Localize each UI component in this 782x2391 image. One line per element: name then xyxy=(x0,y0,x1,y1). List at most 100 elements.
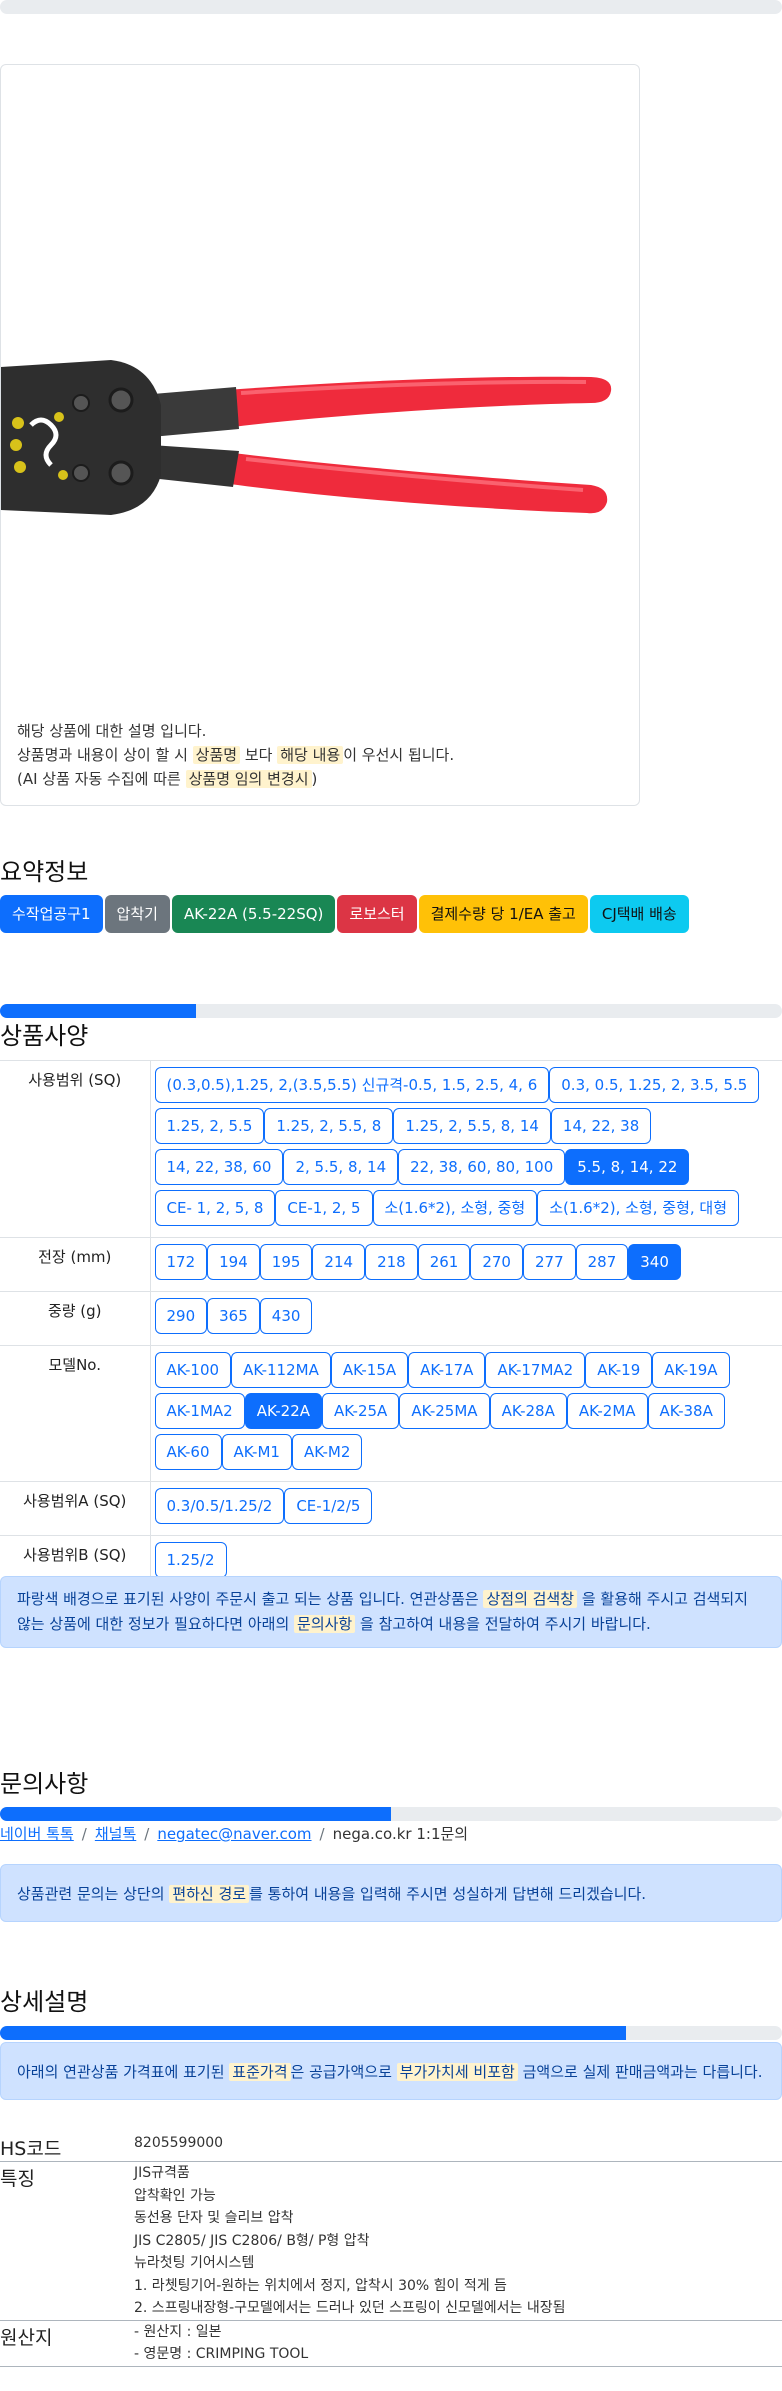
spec-option-button[interactable]: 5.5, 8, 14, 22 xyxy=(565,1149,690,1185)
detail-line: 압착확인 가능 xyxy=(134,2187,216,2204)
spec-option-button[interactable]: 214 xyxy=(312,1244,366,1280)
spec-option-button[interactable]: 1.25, 2, 5.5, 8, 14 xyxy=(393,1108,551,1144)
detail-notice: 아래의 연관상품 가격표에 표기된 표준가격 은 공급가액으로 부가가치세 비포함… xyxy=(0,2042,782,2100)
detail-row: 특징 JIS규격품압착확인 가능동선용 단자 및 슬리브 압착 JIS C2805/… xyxy=(0,2162,782,2321)
spec-option-button[interactable]: AK-19A xyxy=(652,1352,730,1388)
spec-option-button[interactable]: AK-25A xyxy=(322,1393,400,1429)
product-image-card: 해당 상품에 대한 설명 입니다. 상품명과 내용이 상이 할 시 상품명 보다… xyxy=(0,64,640,806)
detail-line: - 영문명 : CRIMPING TOOL xyxy=(134,2346,309,2362)
spec-option-button[interactable]: 14, 22, 38, 60 xyxy=(154,1149,284,1185)
detail-value: - 원산지 : 일본 - 영문명 : CRIMPING TOOL xyxy=(134,2320,782,2366)
summary-badge: 결제수량 당 1/EA 출고 xyxy=(418,895,588,933)
spec-label: 사용범위A (SQ) xyxy=(0,1481,151,1536)
summary-badge: 수작업공구1 xyxy=(0,895,103,933)
spec-option-button[interactable]: 270 xyxy=(470,1244,523,1280)
crimping-tool-image xyxy=(1,360,612,515)
spec-option-button[interactable]: AK-28A xyxy=(489,1393,567,1429)
spec-option-button[interactable]: CE- 1, 2, 5, 8 xyxy=(154,1190,276,1226)
summary-badge: 압착기 xyxy=(104,895,170,933)
spec-row: 전장 (mm) 172 194 195 214 218 261 270 277 287 340 xyxy=(0,1237,782,1292)
detail-key: HS코드 xyxy=(0,2138,62,2160)
spec-option-button[interactable]: 소(1.6*2), 소형, 중형, 대형 xyxy=(537,1190,739,1226)
spec-table: 사용범위 (SQ) (0.3,0.5),1.25, 2,(3.5,5.5) 신규격… xyxy=(0,1060,782,1590)
spec-option-button[interactable]: 277 xyxy=(522,1244,576,1280)
spec-option-button[interactable]: CE-1, 2, 5 xyxy=(275,1190,373,1226)
spec-option-button[interactable]: 0.3/0.5/1.25/2 xyxy=(154,1488,285,1524)
detail-line: 동선용 단자 및 슬리브 압착 xyxy=(134,2210,294,2226)
inquiry-links: 네이버 톡톡 / 채널톡 / negatec@naver.com / nega.co.kr … xyxy=(0,1825,469,1843)
spec-option-button[interactable]: AK-60 xyxy=(154,1434,222,1470)
spec-options: 0.3/0.5/1.25/2 CE-1/2/5 xyxy=(150,1481,782,1536)
spec-option-button[interactable]: 1.25/2 xyxy=(154,1542,227,1578)
site-inquiry-text: nega.co.kr 1:1문의 xyxy=(332,1825,469,1843)
spec-option-button[interactable]: 1.25, 2, 5.5 xyxy=(154,1108,265,1144)
spec-option-button[interactable]: 218 xyxy=(365,1244,418,1280)
specs-notice: 파랑색 배경으로 표기된 사양이 주문시 출고 되는 상품 입니다. 연관상품은… xyxy=(0,1576,782,1648)
spec-option-button[interactable]: 261 xyxy=(417,1244,471,1280)
detail-line: JIS C2805/ JIS C2806/ B형/ P형 압착 xyxy=(134,2232,370,2249)
spec-option-button[interactable]: 430 xyxy=(259,1298,313,1334)
spec-option-button[interactable]: 172 xyxy=(154,1244,208,1280)
spec-label: 전장 (mm) xyxy=(0,1237,151,1292)
detail-key: 원산지 xyxy=(0,2326,53,2349)
spec-options: 172 194 195 214 218 261 270 277 287 340 xyxy=(150,1237,782,1292)
inquiry-progress xyxy=(0,1807,782,1821)
spec-row: 중량 (g) 290 365 430 xyxy=(0,1291,782,1346)
detail-table: HS코드 8205599000 특징 JIS규격품압착확인 가능동선용 단자 및 슬리… xyxy=(0,2132,782,2367)
spec-label: 모델No. xyxy=(0,1345,151,1482)
spec-option-button[interactable]: 소(1.6*2), 소형, 중형 xyxy=(372,1190,538,1226)
product-description: 해당 상품에 대한 설명 입니다. 상품명과 내용이 상이 할 시 상품명 보다… xyxy=(17,719,454,791)
spec-row: 사용범위 (SQ) (0.3,0.5),1.25, 2,(3.5,5.5) 신규격… xyxy=(0,1060,782,1238)
spec-options: AK-100 AK-112MA AK-15A AK-17A AK-17MA2 AK-19 A… xyxy=(150,1345,782,1482)
spec-option-button[interactable]: AK-1MA2 xyxy=(154,1393,245,1429)
inquiry-title: 문의사항 xyxy=(0,1770,89,1798)
detail-line: JIS규격품 xyxy=(134,2165,190,2181)
spec-option-button[interactable]: 14, 22, 38 xyxy=(550,1108,652,1144)
spec-option-button[interactable]: AK-15A xyxy=(330,1352,409,1388)
spec-option-button[interactable]: 22, 38, 60, 80, 100 xyxy=(398,1149,566,1185)
spec-option-button[interactable]: AK-112MA xyxy=(231,1352,331,1388)
inquiry-notice: 상품관련 문의는 상단의 편하신 경로 를 통하여 내용을 입력해 주시면 성실하… xyxy=(0,1864,782,1922)
spec-option-button[interactable]: AK-38A xyxy=(647,1393,725,1429)
detail-line: 8205599000 xyxy=(134,2135,224,2151)
detail-line: 1. 라쳇팅기어-원하는 위치에서 정지, 압착시 30% 힘이 적게 듬 xyxy=(134,2277,507,2294)
desc-line-1: 해당 상품에 대한 설명 입니다. xyxy=(17,722,207,740)
spec-option-button[interactable]: AK-M2 xyxy=(291,1434,363,1470)
spec-option-button[interactable]: AK-22A xyxy=(244,1393,323,1429)
spec-option-button[interactable]: 290 xyxy=(154,1298,208,1334)
spec-options: (0.3,0.5),1.25, 2,(3.5,5.5) 신규격-0.5, 1.5… xyxy=(150,1060,782,1238)
detail-line: 2. 스프링내장형-구모델에서는 드러나 있던 스프링이 신모델에서는 내장됨 xyxy=(134,2300,566,2316)
spec-row: 모델No. AK-100 AK-112MA AK-15A AK-17A AK-17MA2 A… xyxy=(0,1345,782,1482)
spec-option-button[interactable]: AK-17MA2 xyxy=(485,1352,586,1388)
detail-key: 특징 xyxy=(0,2168,35,2190)
detail-line: 뉴라첫팅 기어시스템 xyxy=(134,2255,255,2271)
detail-value: JIS규격품압착확인 가능동선용 단자 및 슬리브 압착 JIS C2805/ J… xyxy=(134,2162,782,2321)
spec-option-button[interactable]: AK-17A xyxy=(408,1352,486,1388)
spec-option-button[interactable]: AK-19 xyxy=(585,1352,653,1388)
detail-value: 8205599000 xyxy=(134,2132,782,2162)
summary-badge: AK-22A (5.5-22SQ) xyxy=(171,895,336,933)
spec-label: 사용범위 (SQ) xyxy=(0,1060,151,1238)
spec-option-button[interactable]: AK-2MA xyxy=(566,1393,648,1429)
spec-option-button[interactable]: 287 xyxy=(575,1244,629,1280)
naver-talk-link[interactable]: 네이버 톡톡 xyxy=(0,1825,74,1843)
spec-option-button[interactable]: 0.3, 0.5, 1.25, 2, 3.5, 5.5 xyxy=(549,1067,760,1103)
spec-option-button[interactable]: CE-1/2/5 xyxy=(284,1488,373,1524)
spec-option-button[interactable]: AK-M1 xyxy=(221,1434,292,1470)
spec-option-button[interactable]: 194 xyxy=(207,1244,260,1280)
email-link[interactable]: negatec@naver.com xyxy=(157,1825,311,1843)
spec-option-button[interactable]: 1.25, 2, 5.5, 8 xyxy=(264,1108,394,1144)
desc-line-2: 상품명과 내용이 상이 할 시 상품명 보다 해당 내용 이 우선시 됩니다. xyxy=(17,746,455,764)
detail-row: 원산지 - 원산지 : 일본 - 영문명 : CRIMPING TOOL xyxy=(0,2320,782,2366)
spec-option-button[interactable]: 340 xyxy=(628,1244,681,1280)
spec-option-button[interactable]: 365 xyxy=(207,1298,260,1334)
spec-option-button[interactable]: 195 xyxy=(259,1244,313,1280)
channel-talk-link[interactable]: 채널톡 xyxy=(95,1825,136,1843)
summary-badge: 로보스터 xyxy=(337,895,417,933)
spec-option-button[interactable]: AK-25MA xyxy=(399,1393,490,1429)
spec-option-button[interactable]: (0.3,0.5),1.25, 2,(3.5,5.5) 신규격-0.5, 1.5… xyxy=(154,1067,550,1103)
spec-option-button[interactable]: AK-100 xyxy=(154,1352,232,1388)
spec-option-button[interactable]: 2, 5.5, 8, 14 xyxy=(283,1149,399,1185)
detail-title: 상세설명 xyxy=(0,1988,89,2016)
detail-line: - 원산지 : 일본 xyxy=(134,2323,222,2340)
